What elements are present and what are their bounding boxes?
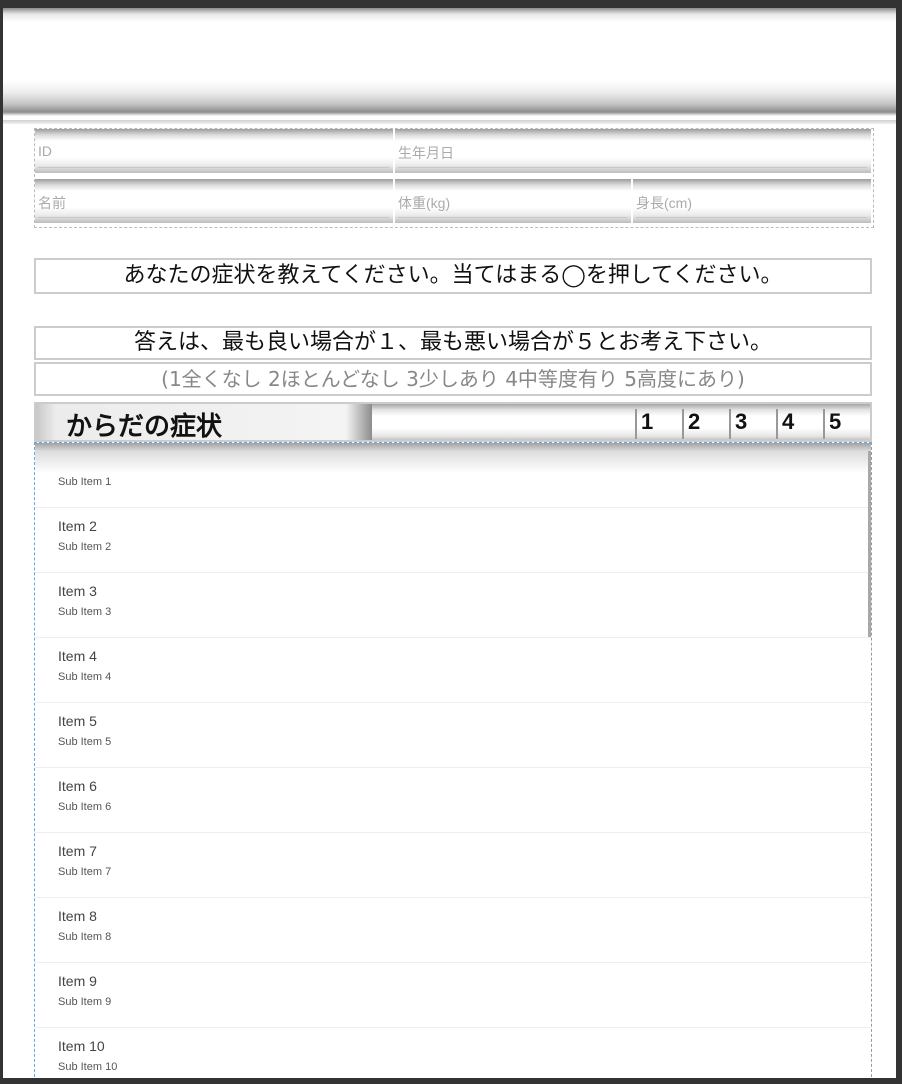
list-item-subtitle: Sub Item 6 <box>58 801 112 813</box>
column-header-1: 1 <box>635 409 679 439</box>
toolbar-divider <box>3 120 896 124</box>
column-header-5: 5 <box>823 409 867 439</box>
list-scrollbar[interactable] <box>868 451 871 637</box>
top-toolbar <box>3 8 896 116</box>
list-item-subtitle: Sub Item 8 <box>58 931 112 943</box>
list-item[interactable]: Item 1 Sub Item 1 <box>35 443 871 508</box>
list-item[interactable]: Item 9 Sub Item 9 <box>35 963 871 1028</box>
section-header: からだの症状 1 2 3 4 5 <box>34 402 872 442</box>
birthdate-field[interactable]: 生年月日 <box>395 129 873 173</box>
list-item[interactable]: Item 3 Sub Item 3 <box>35 573 871 638</box>
list-item-title: Item 8 <box>58 908 97 924</box>
list-item-subtitle: Sub Item 3 <box>58 606 112 618</box>
birthdate-field-underline <box>398 167 867 168</box>
list-item-title: Item 2 <box>58 518 97 534</box>
weight-field[interactable]: 体重(kg) <box>395 179 633 223</box>
list-item-subtitle: Sub Item 9 <box>58 996 112 1008</box>
weight-field-placeholder: 体重(kg) <box>398 195 451 211</box>
list-item-title: Item 3 <box>58 583 97 599</box>
list-item[interactable]: Item 5 Sub Item 5 <box>35 703 871 768</box>
scale-legend-text: (1全くなし 2ほとんどなし 3少しあり 4中等度有り 5高度にあり) <box>34 362 872 396</box>
column-header-4: 4 <box>776 409 820 439</box>
height-field-underline <box>636 217 867 218</box>
weight-field-underline <box>398 217 627 218</box>
list-item-subtitle: Sub Item 1 <box>58 476 112 488</box>
list-item-title: Item 5 <box>58 713 97 729</box>
list-item-title: Item 1 <box>58 453 97 469</box>
list-item[interactable]: Item 6 Sub Item 6 <box>35 768 871 833</box>
height-field-placeholder: 身長(cm) <box>636 195 692 211</box>
list-item-title: Item 10 <box>58 1038 105 1054</box>
id-field-underline <box>38 167 389 168</box>
height-field[interactable]: 身長(cm) <box>633 179 873 223</box>
section-title: からだの症状 <box>66 412 223 442</box>
name-field[interactable]: 名前 <box>35 179 395 223</box>
list-item-title: Item 4 <box>58 648 97 664</box>
id-field[interactable]: ID <box>35 129 395 173</box>
list-item-subtitle: Sub Item 7 <box>58 866 112 878</box>
app-window: ID 生年月日 名前 体重(kg) 身長(cm) あなたの症状を教えてください。… <box>3 8 896 1078</box>
list-item[interactable]: Item 4 Sub Item 4 <box>35 638 871 703</box>
patient-info-form: ID 生年月日 名前 体重(kg) 身長(cm) <box>34 128 874 228</box>
birthdate-field-placeholder: 生年月日 <box>398 145 454 161</box>
name-field-placeholder: 名前 <box>38 195 66 211</box>
answer-guide-text: 答えは、最も良い場合が１、最も悪い場合が５とお考え下さい。 <box>34 326 872 360</box>
name-field-underline <box>38 217 389 218</box>
list-item[interactable]: Item 8 Sub Item 8 <box>35 898 871 963</box>
symptom-list[interactable]: Item 1 Sub Item 1 Item 2 Sub Item 2 Item… <box>34 442 872 1078</box>
list-item-subtitle: Sub Item 10 <box>58 1061 118 1073</box>
column-header-2: 2 <box>682 409 726 439</box>
list-item-subtitle: Sub Item 2 <box>58 541 112 553</box>
list-item-subtitle: Sub Item 4 <box>58 671 112 683</box>
list-item[interactable]: Item 2 Sub Item 2 <box>35 508 871 573</box>
list-item[interactable]: Item 7 Sub Item 7 <box>35 833 871 898</box>
instruction-text: あなたの症状を教えてください。当てはまる◯を押してください。 <box>34 258 872 294</box>
list-item-subtitle: Sub Item 5 <box>58 736 112 748</box>
list-item[interactable]: Item 10 Sub Item 10 <box>35 1028 871 1078</box>
column-header-3: 3 <box>729 409 773 439</box>
id-field-placeholder: ID <box>38 143 52 159</box>
list-item-title: Item 6 <box>58 778 97 794</box>
list-item-title: Item 7 <box>58 843 97 859</box>
list-item-title: Item 9 <box>58 973 97 989</box>
